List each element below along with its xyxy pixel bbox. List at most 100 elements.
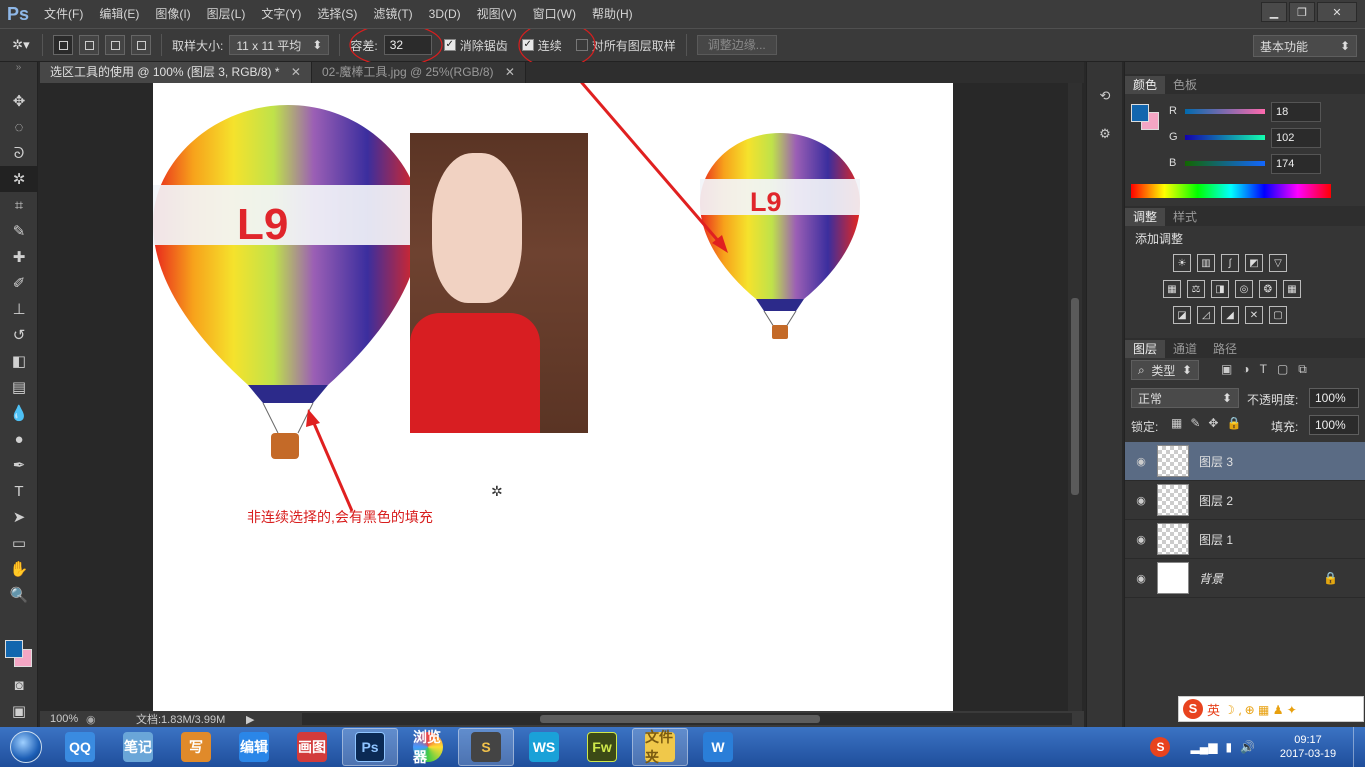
stamp-tool-icon[interactable]: ⊥	[0, 296, 38, 322]
eye-icon[interactable]: ◉	[1125, 494, 1157, 507]
lock-all-icon[interactable]: 🔒	[1226, 416, 1241, 430]
sample-all-layers-checkbox[interactable]: 对所有图层取样	[575, 37, 676, 54]
menu-window[interactable]: 窗口(W)	[525, 0, 584, 28]
menu-edit[interactable]: 编辑(E)	[91, 0, 147, 28]
show-desktop-button[interactable]	[1353, 727, 1365, 767]
color-spectrum-bar[interactable]	[1131, 184, 1331, 198]
tab-paths[interactable]: 路径	[1205, 340, 1245, 358]
device-icon[interactable]: ▮	[1225, 740, 1232, 754]
ime-mode-label[interactable]: 英	[1207, 700, 1220, 719]
red-slider[interactable]	[1185, 109, 1265, 114]
ime-tools-icon[interactable]: ☽ ⸲ ⊕ ▦ ♟ ✦	[1224, 701, 1297, 718]
type-filter-icon[interactable]: T	[1260, 362, 1267, 377]
properties-panel-icon[interactable]: ⚙	[1095, 126, 1115, 146]
add-selection-mode[interactable]	[79, 35, 99, 55]
layer-row[interactable]: ◉ 图层 1	[1125, 520, 1365, 559]
path-selection-tool-icon[interactable]: ➤	[0, 504, 38, 530]
document-canvas[interactable]: L9 L9 ✲	[153, 83, 953, 711]
smart-object-filter-icon[interactable]: ⧉	[1298, 362, 1307, 377]
menu-type[interactable]: 文字(Y)	[253, 0, 309, 28]
start-button[interactable]	[0, 727, 52, 767]
layer-row[interactable]: ◉ 图层 2	[1125, 481, 1365, 520]
sogou-tray-icon[interactable]: S	[1150, 737, 1171, 757]
black-white-icon[interactable]: ◨	[1211, 280, 1229, 298]
brush-tool-icon[interactable]: ✐	[0, 270, 38, 296]
photo-filter-icon[interactable]: ◎	[1235, 280, 1253, 298]
selective-color-icon[interactable]: ▢	[1269, 306, 1287, 324]
exposure-icon[interactable]: ◩	[1245, 254, 1263, 272]
channel-mixer-icon[interactable]: ❂	[1259, 280, 1277, 298]
tab-styles[interactable]: 样式	[1165, 208, 1205, 226]
blend-mode-select[interactable]: 正常 ⬍	[1131, 388, 1239, 408]
threshold-icon[interactable]: ◢	[1221, 306, 1239, 324]
tab-adjustments[interactable]: 调整	[1125, 208, 1166, 226]
crop-tool-icon[interactable]: ⌗	[0, 192, 38, 218]
screen-mode-icon[interactable]: ▣	[0, 698, 38, 724]
tab-layers[interactable]: 图层	[1125, 340, 1166, 358]
green-value[interactable]: 102	[1271, 128, 1321, 148]
taskbar-app[interactable]: W	[690, 728, 746, 766]
menu-3d[interactable]: 3D(D)	[421, 0, 469, 28]
layer-row[interactable]: ◉ 图层 3	[1125, 442, 1365, 481]
lock-position-icon[interactable]: ✥	[1208, 416, 1218, 430]
history-brush-tool-icon[interactable]: ↺	[0, 322, 38, 348]
vertical-scrollbar[interactable]	[1068, 83, 1082, 711]
intersect-selection-mode[interactable]	[131, 35, 151, 55]
eraser-tool-icon[interactable]: ◧	[0, 348, 38, 374]
color-balance-icon[interactable]: ⚖	[1187, 280, 1205, 298]
horizontal-scrollbar[interactable]	[302, 713, 1072, 725]
shape-tool-icon[interactable]: ▭	[0, 530, 38, 556]
eye-icon[interactable]: ◉	[1125, 572, 1157, 585]
doc-tab-active[interactable]: 选区工具的使用 @ 100% (图层 3, RGB/8) * ✕	[40, 62, 312, 83]
scroll-thumb[interactable]	[1071, 298, 1079, 495]
tolerance-input[interactable]: 32	[383, 35, 432, 55]
fill-input[interactable]: 100%	[1309, 415, 1359, 435]
taskbar-app-photoshop[interactable]: Ps	[342, 728, 398, 766]
contiguous-checkbox[interactable]: ✓ 连续	[521, 37, 562, 54]
taskbar-app[interactable]: 写	[168, 728, 224, 766]
vibrance-icon[interactable]: ▽	[1269, 254, 1287, 272]
menu-help[interactable]: 帮助(H)	[584, 0, 641, 28]
layer-row[interactable]: ◉ 背景 🔒	[1125, 559, 1365, 598]
volume-icon[interactable]: 🔊	[1240, 740, 1255, 754]
taskbar-app[interactable]: 文件夹	[632, 728, 688, 766]
taskbar-app[interactable]: 画图	[284, 728, 340, 766]
sogou-icon[interactable]: S	[1183, 699, 1203, 719]
workspace-select[interactable]: 基本功能 ⬍	[1253, 35, 1357, 57]
taskbar-app[interactable]: QQ	[52, 728, 108, 766]
red-value[interactable]: 18	[1271, 102, 1321, 122]
foreground-color-swatch[interactable]	[5, 640, 23, 658]
subtract-selection-mode[interactable]	[105, 35, 125, 55]
brightness-icon[interactable]: ☀	[1173, 254, 1191, 272]
levels-icon[interactable]: ▥	[1197, 254, 1215, 272]
blur-tool-icon[interactable]: 💧	[0, 400, 38, 426]
layer-filter-select[interactable]: ⌕ 类型 ⬍	[1131, 360, 1199, 380]
adjustment-filter-icon[interactable]: ◑	[1242, 362, 1249, 377]
status-menu-arrow-icon[interactable]: ▶	[246, 713, 262, 726]
close-icon[interactable]: ✕	[291, 65, 301, 79]
green-slider[interactable]	[1185, 135, 1265, 140]
taskbar-app[interactable]: 笔记	[110, 728, 166, 766]
dodge-tool-icon[interactable]: ●	[0, 426, 38, 452]
canvas-area[interactable]: L9 L9 ✲ 非连续选择的,会有黑色的填充	[40, 83, 1068, 711]
clock[interactable]: 09:17 2017-03-19	[1263, 733, 1353, 761]
opacity-input[interactable]: 100%	[1309, 388, 1359, 408]
tab-swatches[interactable]: 色板	[1165, 76, 1205, 94]
type-tool-icon[interactable]: T	[0, 478, 38, 504]
taskbar-app[interactable]: 编辑	[226, 728, 282, 766]
lock-pixels-icon[interactable]: ✎	[1190, 416, 1200, 430]
taskbar-app[interactable]: Fw	[574, 728, 630, 766]
taskbar-app[interactable]: WS	[516, 728, 572, 766]
zoom-level[interactable]: 100%	[40, 713, 86, 725]
gradient-tool-icon[interactable]: ▤	[0, 374, 38, 400]
shape-filter-icon[interactable]: ▢	[1277, 362, 1288, 377]
hue-saturation-icon[interactable]: ▦	[1163, 280, 1181, 298]
zoom-tool-icon[interactable]: 🔍	[0, 582, 38, 608]
refine-edge-button[interactable]: 调整边缘...	[696, 35, 777, 55]
menu-filter[interactable]: 滤镜(T)	[365, 0, 420, 28]
magic-wand-preset-icon[interactable]: ✲▾	[10, 34, 32, 56]
image-filter-icon[interactable]: ▣	[1221, 362, 1232, 377]
eye-icon[interactable]: ◉	[1125, 455, 1157, 468]
pen-tool-icon[interactable]: ✒	[0, 452, 38, 478]
menu-view[interactable]: 视图(V)	[469, 0, 525, 28]
